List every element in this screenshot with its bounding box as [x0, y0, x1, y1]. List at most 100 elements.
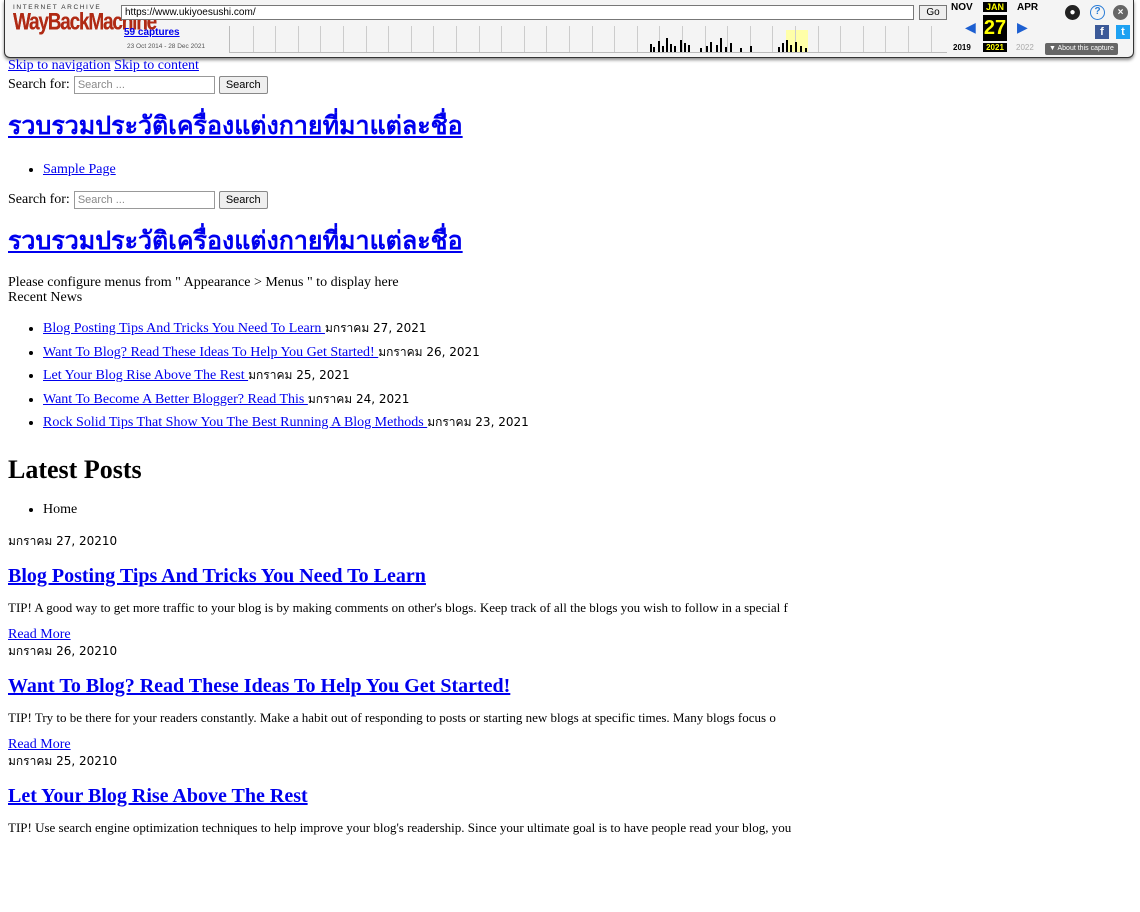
sparkline-capture-bar: [670, 44, 672, 52]
skip-to-navigation-link[interactable]: Skip to navigation: [8, 58, 111, 73]
sparkline-capture-bar: [800, 46, 802, 52]
sparkline-year-divider: [410, 26, 412, 52]
list-item: Want To Become A Better Blogger? Read Th…: [43, 388, 1128, 412]
sparkline-capture-bar: [662, 46, 664, 52]
sparkline-year-divider: [908, 26, 909, 52]
search-button[interactable]: Search: [218, 191, 268, 209]
read-more: Read More: [8, 627, 1128, 643]
prev-year-label[interactable]: 2019: [953, 43, 971, 52]
list-item: Want To Blog? Read These Ideas To Help Y…: [43, 341, 1128, 365]
list-item: Blog Posting Tips And Tricks You Need To…: [43, 317, 1128, 341]
recent-news-link[interactable]: Let Your Blog Rise Above The Rest: [43, 368, 248, 383]
post-excerpt: TIP! Try to be there for your readers co…: [8, 709, 776, 725]
post-title-link[interactable]: Blog Posting Tips And Tricks You Need To…: [8, 565, 426, 587]
close-icon[interactable]: ×: [1113, 5, 1128, 20]
sparkline-capture-bar: [740, 48, 742, 52]
sparkline-capture-bar: [700, 48, 702, 52]
sparkline-year-divider: [275, 26, 277, 52]
read-more-link[interactable]: Read More: [8, 627, 71, 642]
wayback-url-input[interactable]: https://www.ukiyoesushi.com/: [121, 5, 914, 20]
sparkline-capture-bar: [674, 46, 676, 52]
sparkline-capture-bar: [778, 47, 780, 52]
sparkline-year-divider: [591, 26, 593, 52]
post-excerpt: TIP! Use search engine optimization tech…: [8, 819, 792, 835]
wayback-machine-logo-text: WayBackMachine: [13, 9, 157, 36]
sparkline-year-divider: [885, 26, 887, 52]
search-input[interactable]: Search ...: [73, 191, 215, 209]
recent-news-date: มกราคม 23, 2021: [427, 415, 529, 429]
sparkline-capture-bar: [650, 44, 652, 52]
post-title: Let Your Blog Rise Above The Rest: [8, 783, 1128, 809]
post-date: มกราคม 26, 20210: [8, 643, 118, 658]
sparkline-year-divider: [320, 26, 322, 52]
page-content: Skip to navigation Skip to content Searc…: [8, 58, 1128, 837]
sparkline-capture-bar: [658, 41, 660, 52]
sparkline-year-divider: [456, 26, 457, 52]
capture-sparkline[interactable]: [229, 26, 947, 53]
recent-news-link[interactable]: Rock Solid Tips That Show You The Best R…: [43, 415, 427, 430]
recent-news-date: มกราคม 24, 2021: [307, 391, 410, 406]
read-more-link[interactable]: Read More: [8, 737, 71, 752]
post-title-link[interactable]: Let Your Blog Rise Above The Rest: [8, 785, 308, 807]
wayback-logo[interactable]: INTERNET ARCHIVE WayBackMachine: [13, 4, 157, 35]
sparkline-year-divider: [930, 26, 932, 52]
sparkline-capture-bar: [730, 43, 732, 52]
arrow-right-icon[interactable]: ▶: [1017, 19, 1028, 36]
site-title: รวบรวมประวัติเครื่องแต่งกายที่มาแต่ละชื่…: [8, 110, 1128, 142]
captures-link-text[interactable]: 59 captures: [124, 27, 180, 38]
recent-news-date: มกราคม 26, 2021: [378, 344, 480, 359]
search-button[interactable]: Search: [218, 76, 268, 94]
sparkline-year-divider: [546, 26, 548, 52]
sparkline-capture-bar: [684, 43, 686, 52]
arrow-left-icon[interactable]: ◀: [965, 19, 976, 36]
recent-news-link[interactable]: Want To Blog? Read These Ideas To Help Y…: [43, 345, 378, 360]
sparkline-capture-bar: [795, 42, 797, 52]
sparkline-year-divider: [569, 26, 570, 52]
post-date: มกราคม 27, 20210: [8, 533, 118, 548]
next-year-label: 2022: [1016, 43, 1034, 52]
prev-month-label[interactable]: NOV: [951, 2, 973, 13]
list-item: Rock Solid Tips That Show You The Best R…: [43, 411, 1128, 435]
sparkline-capture-bar: [720, 38, 722, 52]
skip-to-content-link[interactable]: Skip to content: [114, 58, 199, 73]
sparkline-year-divider: [501, 26, 503, 52]
search-form-bottom: Search for: Search ... Search: [8, 191, 1128, 209]
sparkline-year-divider: [727, 26, 729, 52]
twitter-icon[interactable]: t: [1116, 25, 1130, 39]
sparkline-year-divider: [252, 26, 254, 52]
sparkline-capture-bar: [716, 45, 718, 52]
post-date: มกราคม 25, 20210: [8, 753, 118, 768]
search-label: Search for:: [8, 77, 70, 92]
site-title-link[interactable]: รวบรวมประวัติเครื่องแต่งกายที่มาแต่ละชื่…: [8, 111, 463, 140]
recent-news-date: มกราคม 25, 2021: [248, 368, 350, 382]
current-year-label: 2021: [983, 43, 1007, 52]
capture-date-range: 23 Oct 2014 - 28 Dec 2021: [127, 43, 206, 50]
help-icon[interactable]: ?: [1090, 5, 1105, 20]
sparkline-year-divider: [297, 26, 299, 52]
recent-news-link[interactable]: Blog Posting Tips And Tricks You Need To…: [43, 321, 325, 336]
user-icon[interactable]: ●: [1065, 5, 1080, 20]
sparkline-year-divider: [636, 26, 638, 52]
search-input[interactable]: Search ...: [73, 76, 215, 94]
menu-item-sample-page[interactable]: Sample Page: [43, 162, 116, 177]
post-excerpt: TIP! A good way to get more traffic to y…: [8, 599, 788, 615]
next-month-label[interactable]: APR: [1017, 2, 1038, 13]
wayback-toolbar: INTERNET ARCHIVE WayBackMachine https://…: [4, 0, 1134, 58]
sparkline-year-divider: [365, 26, 367, 52]
recent-news-link[interactable]: Want To Become A Better Blogger? Read Th…: [43, 392, 308, 407]
wayback-go-button[interactable]: Go: [919, 5, 947, 20]
sparkline-year-divider: [682, 26, 683, 52]
post-title: Blog Posting Tips And Tricks You Need To…: [8, 563, 1128, 589]
recent-news-date: มกราคม 27, 2021: [324, 321, 427, 335]
recent-news-heading: Recent News: [8, 290, 83, 305]
about-capture-button[interactable]: ▼ About this capture: [1045, 43, 1118, 55]
sparkline-capture-bar: [786, 40, 788, 52]
latest-posts-heading: Latest Posts: [8, 454, 142, 484]
site-title-link[interactable]: รวบรวมประวัติเครื่องแต่งกายที่มาแต่ละชื่…: [8, 226, 463, 255]
sparkline-year-divider: [478, 26, 480, 52]
sparkline-capture-bar: [782, 43, 784, 52]
skip-links: Skip to navigation Skip to content: [8, 58, 1128, 74]
facebook-icon[interactable]: f: [1095, 25, 1109, 39]
sparkline-capture-bar: [653, 47, 655, 52]
post-title-link[interactable]: Want To Blog? Read These Ideas To Help Y…: [8, 675, 510, 697]
